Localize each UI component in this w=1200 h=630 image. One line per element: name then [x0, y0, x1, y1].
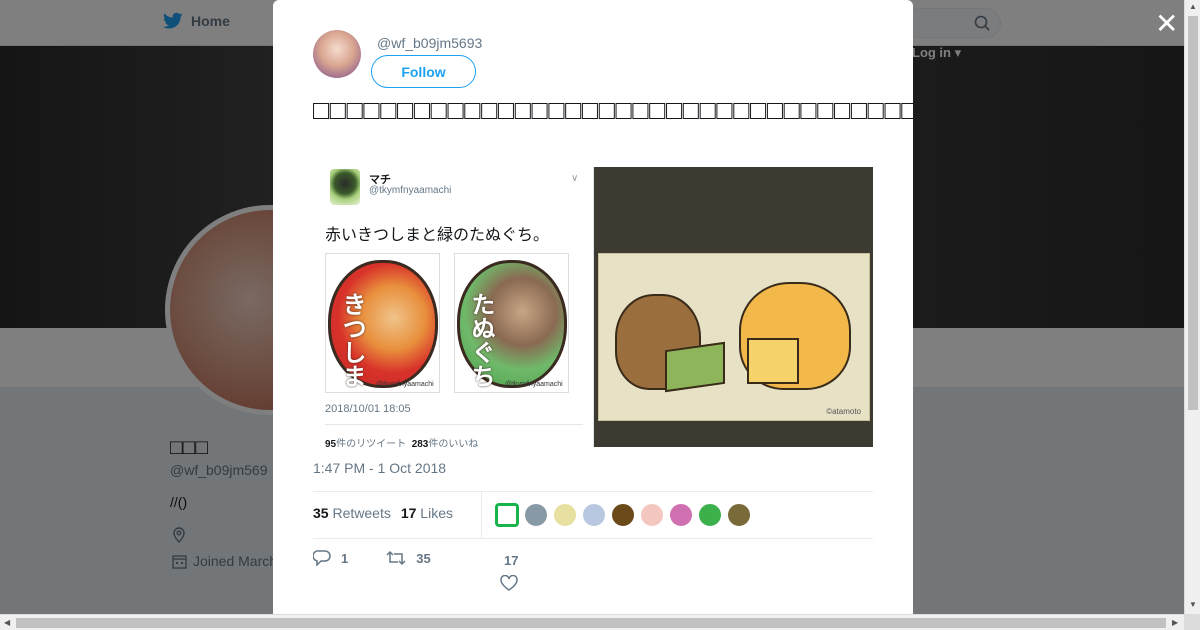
illustration-image[interactable]: ©atamoto	[594, 167, 873, 447]
retweet-button[interactable]: 35	[386, 550, 431, 566]
tweet-modal: @wf_b09jm5693 Follow □□□□□□□□□□□□□□□□□□□…	[273, 0, 913, 614]
embedded-text: 赤いきつしまと緑のたぬぐち。	[325, 227, 550, 244]
liker-avatar[interactable]	[524, 503, 548, 527]
stats-separator	[481, 492, 482, 538]
liker-avatar[interactable]	[640, 503, 664, 527]
liker-avatar[interactable]	[495, 503, 519, 527]
divider	[313, 491, 873, 492]
chevron-down-icon: ∨	[571, 173, 579, 184]
retweet-count: 35	[416, 550, 431, 566]
divider	[313, 538, 873, 539]
scroll-up-icon[interactable]: ▲	[1189, 2, 1197, 11]
tweet-actions: 1 35	[313, 550, 469, 566]
sticker-green-word: たぬぐち	[467, 292, 494, 388]
like-button[interactable]	[500, 574, 518, 596]
retweets-stat[interactable]: 35 Retweets	[313, 505, 391, 521]
horizontal-scroll-thumb[interactable]	[16, 618, 1166, 628]
horizontal-scrollbar[interactable]: ◀ ▶	[0, 614, 1184, 630]
green-book	[665, 341, 725, 393]
sticker-red-tag: @tkymfnyaamachi	[376, 381, 434, 388]
embedded-date: 2018/10/01 18:05	[325, 403, 411, 415]
image-credit: ©atamoto	[826, 407, 861, 416]
liker-avatar[interactable]	[669, 503, 693, 527]
illustration-frame: ©atamoto	[598, 253, 870, 421]
tweet-media[interactable]: マチ @tkymfnyaamachi ∨ 赤いきつしまと緑のたぬぐち。 きつしま…	[313, 167, 873, 447]
scroll-left-icon[interactable]: ◀	[4, 618, 10, 627]
sticker-green: たぬぐち @tkymfnyaamachi	[454, 253, 569, 393]
scroll-right-icon[interactable]: ▶	[1172, 618, 1178, 627]
liker-avatar[interactable]	[553, 503, 577, 527]
heart-icon	[500, 574, 518, 591]
vertical-scroll-thumb[interactable]	[1188, 16, 1198, 410]
like-count: 17	[504, 553, 519, 568]
liker-avatar[interactable]	[698, 503, 722, 527]
vertical-scrollbar[interactable]: ▲ ▼	[1184, 0, 1200, 614]
close-icon[interactable]: ✕	[1155, 10, 1178, 38]
reply-button[interactable]: 1	[313, 550, 348, 566]
likes-stat[interactable]: 17 Likes	[401, 505, 453, 521]
liker-avatars	[495, 503, 751, 527]
retweet-icon	[386, 550, 406, 566]
reply-count: 1	[341, 550, 349, 566]
sticker-green-tag: @tkymfnyaamachi	[505, 381, 563, 388]
liker-avatar[interactable]	[582, 503, 606, 527]
tweet-author-handle[interactable]: @wf_b09jm5693	[377, 35, 482, 51]
tweet-timestamp[interactable]: 1:47 PM - 1 Oct 2018	[313, 460, 446, 476]
embedded-stats: 95件のリツイート 283件のいいね	[325, 439, 479, 447]
liker-avatar[interactable]	[611, 503, 635, 527]
scroll-down-icon[interactable]: ▼	[1189, 600, 1197, 609]
tweet-stats: 35 Retweets 17 Likes	[313, 505, 453, 521]
sticker-red: きつしま @tkymfnyaamachi	[325, 253, 440, 393]
tweet-author-avatar[interactable]	[313, 30, 361, 78]
embedded-tweet-image[interactable]: マチ @tkymfnyaamachi ∨ 赤いきつしまと緑のたぬぐち。 きつしま…	[313, 167, 594, 447]
liker-avatar[interactable]	[727, 503, 751, 527]
embedded-divider	[325, 424, 583, 425]
yellow-book	[747, 338, 799, 384]
reply-icon	[313, 550, 331, 566]
embedded-handle: @tkymfnyaamachi	[369, 185, 452, 196]
tweet-text: □□□□□□□□□□□□□□□□□□□□□□□□□□□□□□□□□□□□□□□□…	[313, 95, 913, 125]
embedded-avatar	[330, 169, 360, 205]
follow-button[interactable]: Follow	[371, 55, 476, 88]
sticker-red-word: きつしま	[338, 292, 365, 388]
scrollbar-corner	[1184, 614, 1200, 630]
